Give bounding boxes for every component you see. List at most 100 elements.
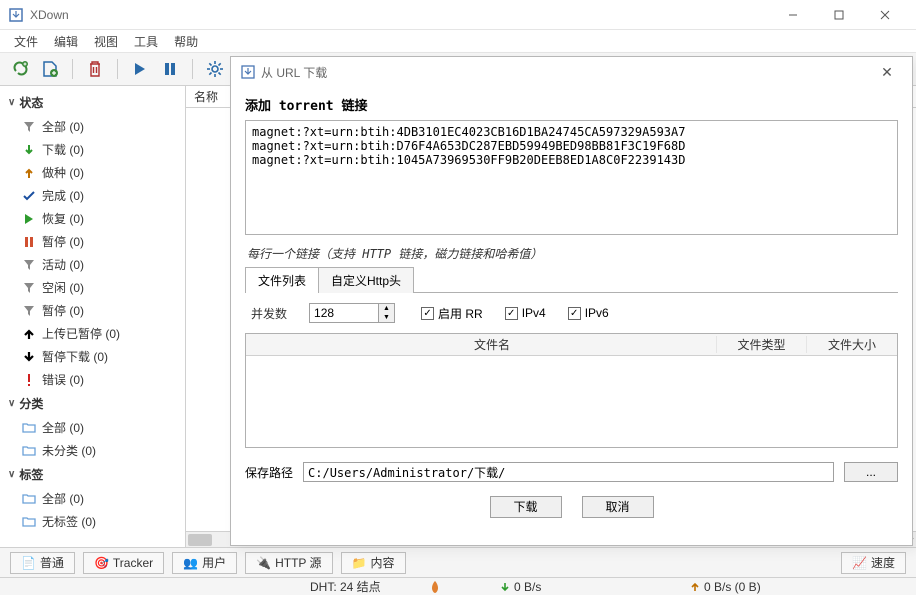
settings-button[interactable] [203,57,227,81]
dialog-icon [241,65,255,79]
sidebar-item[interactable]: 完成 (0) [2,184,183,207]
sidebar-item[interactable]: 全部 (0) [2,487,183,510]
tab-speed[interactable]: 📈速度 [841,552,906,574]
concurrency-label: 并发数 [251,305,287,322]
status-dht: DHT: 24 结点 [310,578,381,595]
window-title: XDown [30,8,770,22]
sidebar-item-label: 全部 (0) [42,490,84,507]
sidebar-group-header[interactable]: ∨分类 [2,391,183,416]
status-up: 0 B/s (0 B) [690,580,761,594]
path-label: 保存路径 [245,464,293,481]
sidebar: ∨状态全部 (0) 下载 (0) 做种 (0) 完成 (0) 恢复 (0) 暂停 (0) 活… [0,86,186,547]
sidebar-item-label: 全部 (0) [42,118,84,135]
browse-button[interactable]: ... [844,462,898,482]
tab-filelist[interactable]: 文件列表 [245,267,319,293]
sidebar-item-label: 暂停 (0) [42,233,84,250]
doc-icon: 📄 [21,556,36,570]
start-button[interactable] [128,57,152,81]
sidebar-item[interactable]: 空闲 (0) [2,276,183,299]
sidebar-group-header[interactable]: ∨状态 [2,90,183,115]
arrow-down-icon [22,144,36,156]
sidebar-item-label: 完成 (0) [42,187,84,204]
checkbox-rr[interactable]: ✓启用 RR [421,305,483,322]
tab-tracker[interactable]: 🎯Tracker [83,552,164,574]
sidebar-item[interactable]: 下载 (0) [2,138,183,161]
col-filetype[interactable]: 文件类型 [717,336,807,353]
arrow-up-icon [22,167,36,179]
users-icon: 👥 [183,556,198,570]
dialog-heading: 添加 torrent 链接 [245,95,898,114]
tab-general[interactable]: 📄普通 [10,552,75,574]
menu-view[interactable]: 视图 [86,31,126,52]
col-filename[interactable]: 文件名 [268,336,717,353]
menu-edit[interactable]: 编辑 [46,31,86,52]
add-file-button[interactable] [38,57,62,81]
folder-icon: 📁 [352,556,367,570]
close-button[interactable] [862,0,908,30]
pause-button[interactable] [158,57,182,81]
arrow-down-bold-icon [22,351,36,363]
path-input[interactable] [303,462,834,482]
sidebar-item[interactable]: 未分类 (0) [2,439,183,462]
sidebar-item[interactable]: 暂停 (0) [2,299,183,322]
menu-help[interactable]: 帮助 [166,31,206,52]
checkbox-ipv6[interactable]: ✓IPv6 [568,306,609,320]
tracker-icon: 🎯 [94,556,109,570]
tab-http[interactable]: 🔌HTTP 源 [245,552,332,574]
sidebar-item[interactable]: 暂停 (0) [2,230,183,253]
folder-icon [22,516,36,527]
sidebar-item-label: 活动 (0) [42,256,84,273]
sidebar-item[interactable]: 上传已暂停 (0) [2,322,183,345]
dialog-titlebar: 从 URL 下载 ✕ [231,57,912,87]
tab-users[interactable]: 👥用户 [172,552,237,574]
concurrency-input[interactable] [309,303,379,323]
sidebar-item[interactable]: 恢复 (0) [2,207,183,230]
dialog-hint: 每行一个链接（支持 HTTP 链接，磁力链接和哈希值） [247,245,898,262]
checkbox-ipv4[interactable]: ✓IPv4 [505,306,546,320]
menubar: 文件 编辑 视图 工具 帮助 [0,30,916,52]
spinner-up[interactable]: ▲ [379,304,394,313]
sidebar-item[interactable]: 暂停下载 (0) [2,345,183,368]
sidebar-item[interactable]: 做种 (0) [2,161,183,184]
tab-httpheader[interactable]: 自定义Http头 [318,267,414,293]
maximize-button[interactable] [816,0,862,30]
sidebar-item[interactable]: 无标签 (0) [2,510,183,533]
file-table: 文件名 文件类型 文件大小 [245,333,898,448]
statusbar: DHT: 24 结点 0 B/s 0 B/s (0 B) [0,577,916,595]
exclaim-icon [22,373,36,387]
delete-button[interactable] [83,57,107,81]
sidebar-item[interactable]: 全部 (0) [2,115,183,138]
sidebar-item[interactable]: 全部 (0) [2,416,183,439]
add-link-button[interactable] [8,57,32,81]
minimize-button[interactable] [770,0,816,30]
sidebar-item-label: 空闲 (0) [42,279,84,296]
sidebar-item[interactable]: 活动 (0) [2,253,183,276]
col-filesize[interactable]: 文件大小 [807,336,897,353]
url-textarea[interactable]: magnet:?xt=urn:btih:4DB3101EC4023CB16D1B… [245,120,898,235]
cancel-button[interactable]: 取消 [582,496,654,518]
sidebar-item-label: 上传已暂停 (0) [42,325,120,342]
options-row: 并发数 ▲▼ ✓启用 RR ✓IPv4 ✓IPv6 [245,293,898,333]
tab-content[interactable]: 📁内容 [341,552,406,574]
sidebar-group-header[interactable]: ∨标签 [2,462,183,487]
sidebar-item-label: 做种 (0) [42,164,84,181]
download-button[interactable]: 下载 [490,496,562,518]
sidebar-item-label: 未分类 (0) [42,442,96,459]
play-icon [22,213,36,225]
status-down: 0 B/s [500,580,541,594]
sidebar-item-label: 下载 (0) [42,141,84,158]
dialog-close-button[interactable]: ✕ [872,64,902,81]
folder-icon [22,445,36,456]
spinner-down[interactable]: ▼ [379,313,394,322]
check-icon [22,191,36,201]
sidebar-item[interactable]: 错误 (0) [2,368,183,391]
concurrency-spinner[interactable]: ▲▼ [309,303,399,323]
main-titlebar: XDown [0,0,916,30]
arrow-up-bold-icon [22,328,36,340]
app-icon [8,7,24,23]
sidebar-item-label: 恢复 (0) [42,210,84,227]
dialog-tabs: 文件列表 自定义Http头 [245,266,898,293]
sidebar-item-label: 无标签 (0) [42,513,96,530]
menu-tools[interactable]: 工具 [126,31,166,52]
menu-file[interactable]: 文件 [6,31,46,52]
